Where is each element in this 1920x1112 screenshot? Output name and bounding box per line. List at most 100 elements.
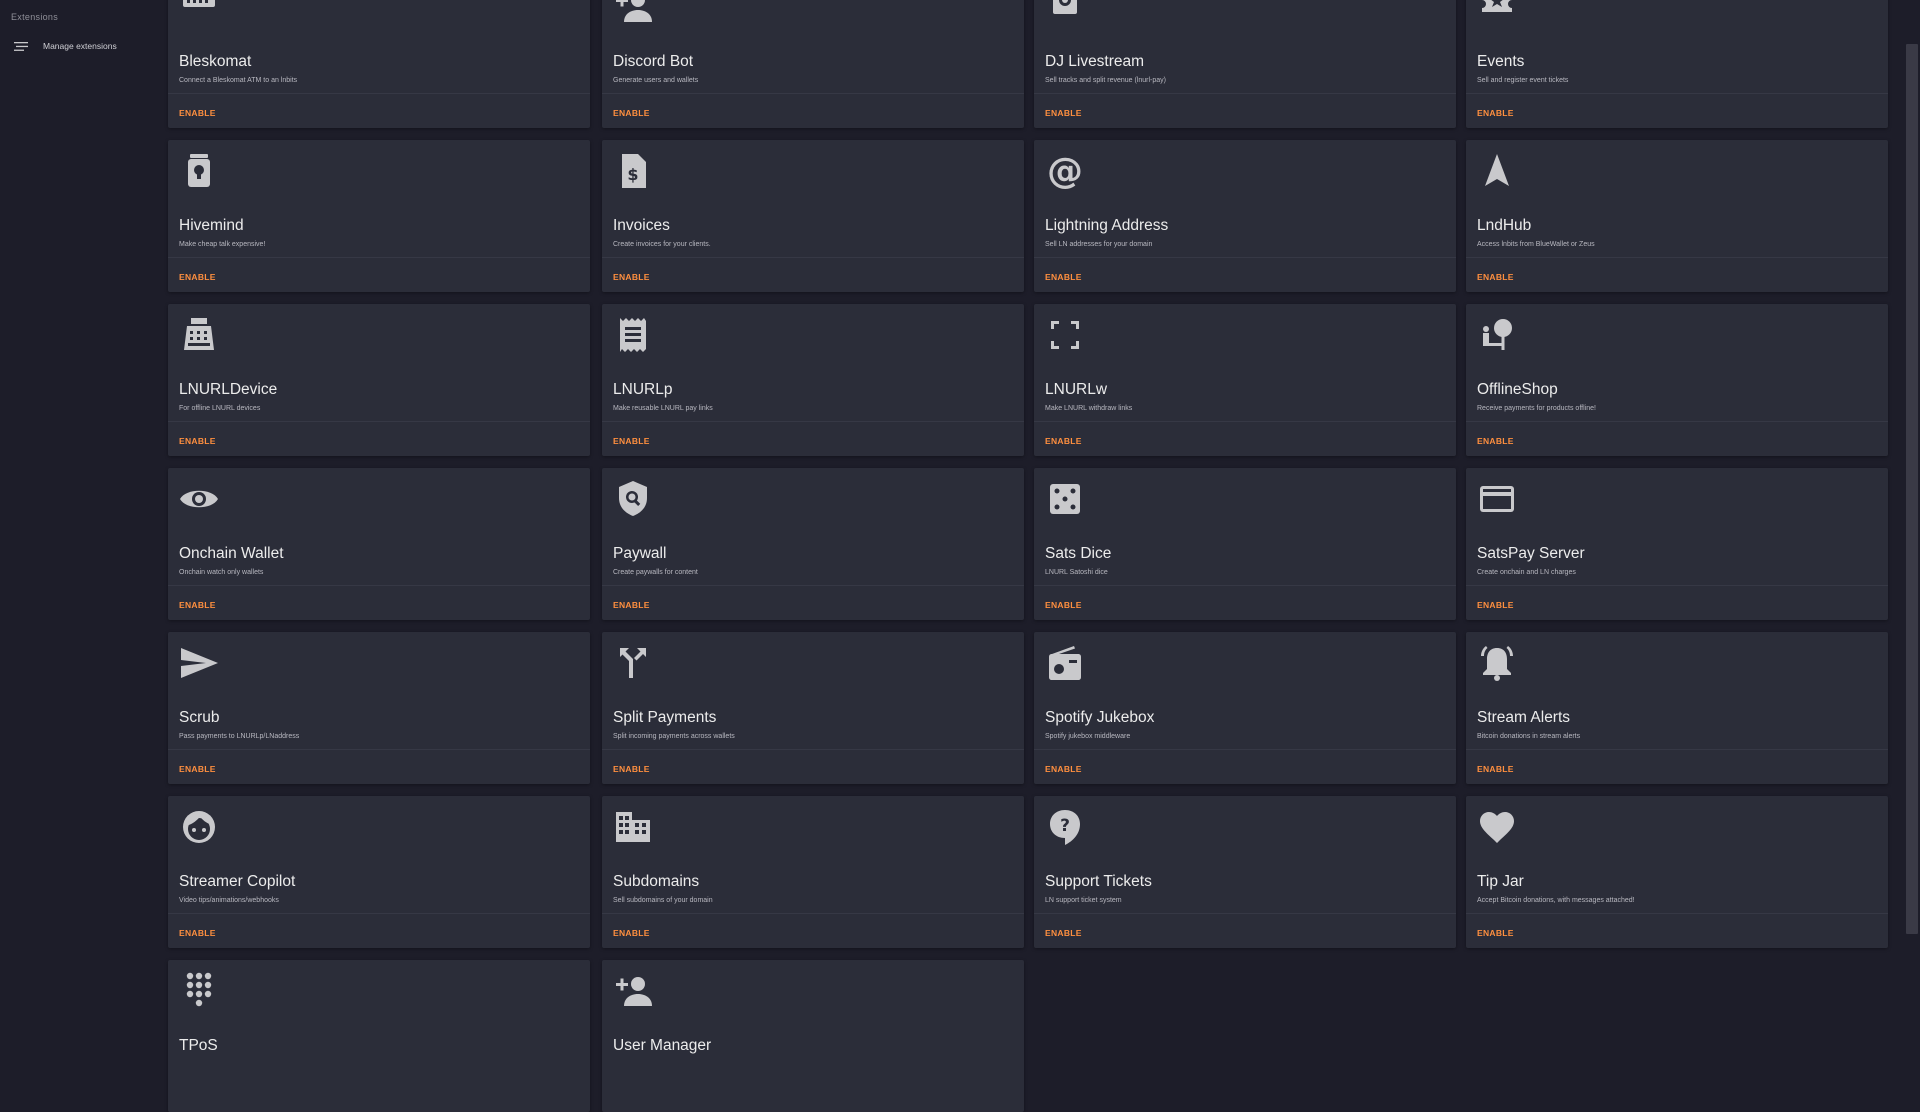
card-divider xyxy=(1034,749,1456,750)
enable-button[interactable]: ENABLE xyxy=(179,600,216,610)
manage-extensions-link[interactable]: Manage extensions xyxy=(0,34,160,58)
extension-description: Spotify jukebox middleware xyxy=(1045,733,1131,740)
extension-title: DJ Livestream xyxy=(1045,53,1145,70)
extension-title: Split Payments xyxy=(613,709,717,726)
card-divider xyxy=(1466,749,1888,750)
enable-button[interactable]: ENABLE xyxy=(179,764,216,774)
extension-title: LNURLw xyxy=(1045,381,1108,398)
extensions-grid: Bleskomat Connect a Bleskomat ATM to an l… xyxy=(168,0,1895,1112)
extension-description: Sell tracks and split revenue (lnurl-pay… xyxy=(1045,77,1166,84)
enable-button[interactable]: ENABLE xyxy=(1477,600,1514,610)
extension-description: Access lnbits from BlueWallet or Zeus xyxy=(1477,241,1595,248)
enable-button[interactable]: ENABLE xyxy=(1045,108,1082,118)
enable-button[interactable]: ENABLE xyxy=(1477,108,1514,118)
extension-card-events: Events Sell and register event tickets ENA… xyxy=(1466,0,1888,128)
card-divider xyxy=(602,93,1024,94)
enable-button[interactable]: ENABLE xyxy=(1477,272,1514,282)
extension-card-sats-dice: Sats Dice LNURL Satoshi dice ENABLE xyxy=(1034,468,1456,620)
extension-description: LNURL Satoshi dice xyxy=(1045,569,1108,576)
enable-button[interactable]: ENABLE xyxy=(179,108,216,118)
enable-button[interactable]: ENABLE xyxy=(1045,928,1082,938)
extension-title: Streamer Copilot xyxy=(179,873,296,890)
extension-title: Stream Alerts xyxy=(1477,709,1571,726)
extension-description: Create onchain and LN charges xyxy=(1477,569,1576,576)
extension-title: Events xyxy=(1477,53,1525,70)
extension-title: OfflineShop xyxy=(1477,381,1558,398)
extension-title: TPoS xyxy=(179,1037,218,1054)
extension-card-lnurlw: LNURLw Make LNURL withdraw links ENABLE xyxy=(1034,304,1456,456)
extension-title: Spotify Jukebox xyxy=(1045,709,1155,726)
card-divider xyxy=(602,421,1024,422)
enable-button[interactable]: ENABLE xyxy=(179,436,216,446)
policy-shield-icon xyxy=(619,481,647,516)
card-divider xyxy=(168,421,590,422)
extension-description: For offline LNURL devices xyxy=(179,405,261,412)
extension-card-bleskomat: Bleskomat Connect a Bleskomat ATM to an l… xyxy=(168,0,590,128)
enable-button[interactable]: ENABLE xyxy=(1477,764,1514,774)
card-divider xyxy=(602,749,1024,750)
card-divider xyxy=(1466,257,1888,258)
scrollbar-thumb[interactable] xyxy=(1906,44,1918,934)
dice-icon xyxy=(1050,484,1080,514)
extension-card-lightning-address: @ Lightning Address Sell LN addresses for … xyxy=(1034,140,1456,292)
lightbulb-jar-icon xyxy=(188,154,210,187)
dialpad-icon xyxy=(186,972,212,1007)
extension-card-tip-jar: Tip Jar Accept Bitcoin donations, with me… xyxy=(1466,796,1888,948)
extension-title: Paywall xyxy=(613,545,667,562)
card-divider xyxy=(1466,913,1888,914)
enable-button[interactable]: ENABLE xyxy=(179,272,216,282)
enable-button[interactable]: ENABLE xyxy=(613,436,650,446)
card-divider xyxy=(1034,421,1456,422)
card-divider xyxy=(1034,913,1456,914)
send-icon xyxy=(181,648,218,678)
extension-card-lnurlp: LNURLp Make reusable LNURL pay links ENABL… xyxy=(602,304,1024,456)
extension-title: LNURLDevice xyxy=(179,381,278,398)
enable-button[interactable]: ENABLE xyxy=(1045,600,1082,610)
card-divider xyxy=(1466,93,1888,94)
extension-description: Make reusable LNURL pay links xyxy=(613,405,713,412)
extension-card-streamer-copilot: Streamer Copilot Video tips/animations/we… xyxy=(168,796,590,948)
extension-title: Scrub xyxy=(179,709,220,726)
heart-icon xyxy=(1480,812,1514,843)
card-divider xyxy=(602,257,1024,258)
extension-title: Tip Jar xyxy=(1477,873,1524,890)
sidebar-title: Extensions xyxy=(11,12,59,22)
svg-text:@: @ xyxy=(1047,151,1083,192)
extension-card-paywall: Paywall Create paywalls for content ENABLE xyxy=(602,468,1024,620)
extension-description: Make cheap talk expensive! xyxy=(179,241,266,248)
card-divider xyxy=(168,585,590,586)
enable-button[interactable]: ENABLE xyxy=(1045,436,1082,446)
extension-card-stream-alerts: Stream Alerts Bitcoin donations in stream… xyxy=(1466,632,1888,784)
svg-text:$: $ xyxy=(627,165,638,184)
enable-button[interactable]: ENABLE xyxy=(613,272,650,282)
enable-button[interactable]: ENABLE xyxy=(613,108,650,118)
card-divider xyxy=(1034,93,1456,94)
enable-button[interactable]: ENABLE xyxy=(613,928,650,938)
extension-title: Bleskomat xyxy=(179,53,252,70)
enable-button[interactable]: ENABLE xyxy=(1477,436,1514,446)
enable-button[interactable]: ENABLE xyxy=(1045,764,1082,774)
receipt-icon xyxy=(620,318,646,352)
card-divider xyxy=(1034,257,1456,258)
extension-title: Sats Dice xyxy=(1045,545,1112,562)
extension-description: Video tips/animations/webhooks xyxy=(179,897,279,904)
extension-title: LndHub xyxy=(1477,217,1532,234)
enable-button[interactable]: ENABLE xyxy=(613,600,650,610)
sidebar: Extensions Manage extensions xyxy=(0,0,160,1048)
enable-button[interactable]: ENABLE xyxy=(179,928,216,938)
crop-free-icon xyxy=(1051,321,1079,349)
call-split-icon xyxy=(620,648,646,678)
extension-card-discord-bot: Discord Bot Generate users and wallets ENA… xyxy=(602,0,1024,128)
extension-description: Onchain watch only wallets xyxy=(179,569,264,576)
card-divider xyxy=(1466,585,1888,586)
enable-button[interactable]: ENABLE xyxy=(1045,272,1082,282)
enable-button[interactable]: ENABLE xyxy=(613,764,650,774)
enable-button[interactable]: ENABLE xyxy=(1477,928,1514,938)
person-add-icon xyxy=(616,0,652,22)
speaker-icon xyxy=(1053,0,1077,14)
card-divider xyxy=(168,913,590,914)
extension-description: Make LNURL withdraw links xyxy=(1045,405,1133,412)
card-divider xyxy=(1466,421,1888,422)
extension-card-hivemind: Hivemind Make cheap talk expensive! ENABLE xyxy=(168,140,590,292)
extension-card-onchain-wallet: Onchain Wallet Onchain watch only wallets… xyxy=(168,468,590,620)
